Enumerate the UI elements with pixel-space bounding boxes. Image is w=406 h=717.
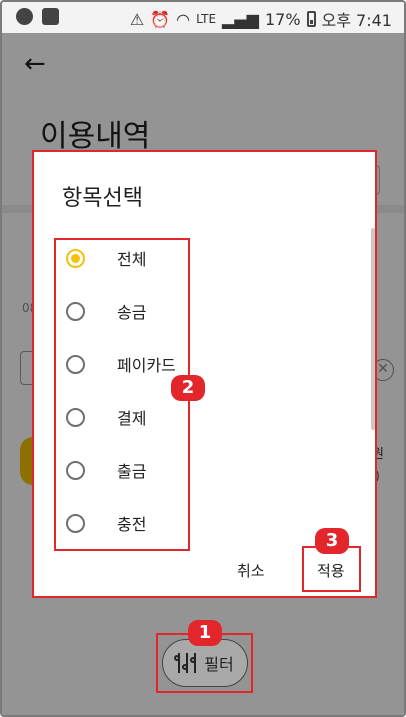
battery-icon [306,11,316,27]
status-right: ⚠ ⏰ ◠ LTE ▂▄▆ 17% 오후 7:41 [130,7,392,31]
device-frame: ⚠ ⏰ ◠ LTE ▂▄▆ 17% 오후 7:41 ← 이용내역 08 ✕ 원 … [0,0,406,717]
annotation-badge-3: 3 [315,528,349,554]
annotation-badge-2: 2 [171,375,205,401]
annotation-box-options [54,238,190,551]
clock: 오후 7:41 [321,11,392,30]
battery-percent: 17% [264,9,301,29]
warning-icon: ⚠ [129,9,145,29]
status-left-icons [16,8,59,25]
app-notification-icon [16,8,33,25]
status-bar: ⚠ ⏰ ◠ LTE ▂▄▆ 17% 오후 7:41 [2,2,404,33]
annotation-badge-1: 1 [188,620,222,646]
image-notification-icon [42,8,59,25]
signal-icon: ▂▄▆ [222,9,259,29]
alarm-icon: ⏰ [150,9,171,29]
wifi-icon: ◠ [176,9,191,29]
lte-label: LTE [196,12,217,26]
